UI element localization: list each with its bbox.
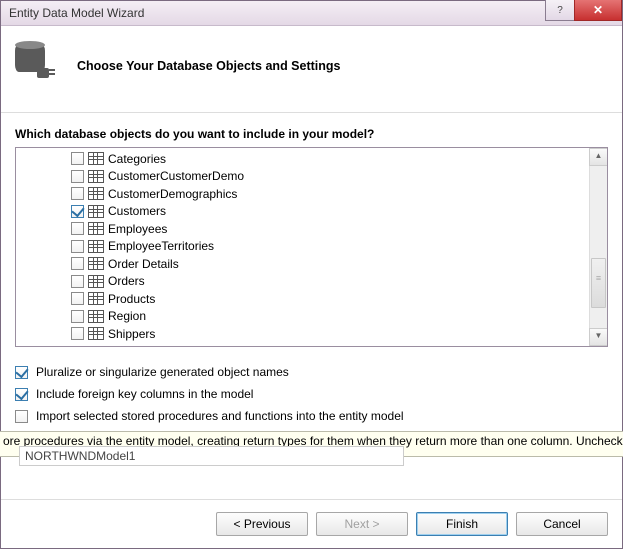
database-icon xyxy=(15,44,59,88)
table-icon xyxy=(88,240,104,253)
table-icon xyxy=(88,205,104,218)
tree-item[interactable]: Order Details xyxy=(71,255,607,273)
checkbox-icon[interactable] xyxy=(71,257,84,270)
window-controls: ? ✕ xyxy=(546,0,622,21)
tree-item-label: Customers xyxy=(108,204,166,218)
scroll-up-button[interactable]: ▲ xyxy=(589,148,608,166)
table-icon xyxy=(88,152,104,165)
tree-item[interactable]: Orders xyxy=(71,273,607,291)
tree-item-label: EmployeeTerritories xyxy=(108,239,214,253)
help-button[interactable]: ? xyxy=(545,0,575,21)
checkbox-icon[interactable] xyxy=(15,366,28,379)
tree-item-label: Products xyxy=(108,292,155,306)
table-icon xyxy=(88,187,104,200)
tree-list: Categories CustomerCustomerDemo CustomerDe… xyxy=(16,148,607,345)
objects-tree[interactable]: Categories CustomerCustomerDemo CustomerDe… xyxy=(15,147,608,347)
next-button[interactable]: Next > xyxy=(316,512,408,536)
tree-item-label: Orders xyxy=(108,274,145,288)
tree-item[interactable]: Customers xyxy=(71,203,607,221)
title-bar: Entity Data Model Wizard ? ✕ xyxy=(1,1,622,26)
checkbox-icon[interactable] xyxy=(15,410,28,423)
checkbox-icon[interactable] xyxy=(71,275,84,288)
page-title: Choose Your Database Objects and Setting… xyxy=(77,59,341,73)
table-icon xyxy=(88,222,104,235)
checkbox-icon[interactable] xyxy=(71,152,84,165)
tree-item-label: Employees xyxy=(108,222,167,236)
scroll-thumb[interactable] xyxy=(591,258,606,308)
checkbox-icon[interactable] xyxy=(71,205,84,218)
tree-item[interactable]: EmployeeTerritories xyxy=(71,238,607,256)
option-label: Include foreign key columns in the model xyxy=(36,387,253,401)
prompt-label: Which database objects do you want to in… xyxy=(15,127,608,141)
tree-item-label: CustomerDemographics xyxy=(108,187,237,201)
table-icon xyxy=(88,170,104,183)
tree-item-label: Shippers xyxy=(108,327,155,341)
separator xyxy=(1,112,622,113)
tree-item-label: Region xyxy=(108,309,146,323)
tree-item[interactable]: Categories xyxy=(71,150,607,168)
wizard-header: Choose Your Database Objects and Setting… xyxy=(15,36,608,96)
option-stored-procs[interactable]: Import selected stored procedures and fu… xyxy=(15,405,608,427)
tree-item[interactable]: Employees xyxy=(71,220,607,238)
table-icon xyxy=(88,257,104,270)
tree-item-label: Categories xyxy=(108,152,166,166)
tree-item[interactable]: Shippers xyxy=(71,325,607,343)
table-icon xyxy=(88,292,104,305)
checkbox-icon[interactable] xyxy=(71,222,84,235)
table-icon xyxy=(88,310,104,323)
button-row: < Previous Next > Finish Cancel xyxy=(1,499,622,548)
option-label: Import selected stored procedures and fu… xyxy=(36,409,404,423)
option-pluralize[interactable]: Pluralize or singularize generated objec… xyxy=(15,361,608,383)
tree-item-label: Order Details xyxy=(108,257,179,271)
wizard-window: Entity Data Model Wizard ? ✕ Choose Your… xyxy=(0,0,623,549)
checkbox-icon[interactable] xyxy=(71,292,84,305)
checkbox-icon[interactable] xyxy=(71,170,84,183)
tree-item[interactable]: Region xyxy=(71,308,607,326)
table-icon xyxy=(88,327,104,340)
tree-item[interactable]: Products xyxy=(71,290,607,308)
tree-item[interactable]: CustomerDemographics xyxy=(71,185,607,203)
option-foreign-keys[interactable]: Include foreign key columns in the model xyxy=(15,383,608,405)
checkbox-icon[interactable] xyxy=(15,388,28,401)
checkbox-icon[interactable] xyxy=(71,310,84,323)
checkbox-icon[interactable] xyxy=(71,240,84,253)
window-title: Entity Data Model Wizard xyxy=(9,6,144,20)
namespace-input[interactable] xyxy=(19,446,404,466)
tree-item-label: CustomerCustomerDemo xyxy=(108,169,244,183)
close-button[interactable]: ✕ xyxy=(574,0,622,21)
option-label: Pluralize or singularize generated objec… xyxy=(36,365,289,379)
checkbox-icon[interactable] xyxy=(71,327,84,340)
previous-button[interactable]: < Previous xyxy=(216,512,308,536)
options-group: Pluralize or singularize generated objec… xyxy=(15,361,608,427)
wizard-body: Choose Your Database Objects and Setting… xyxy=(1,26,622,449)
table-icon xyxy=(88,275,104,288)
checkbox-icon[interactable] xyxy=(71,187,84,200)
scrollbar[interactable]: ▲ ▼ xyxy=(589,148,607,346)
tree-item[interactable]: CustomerCustomerDemo xyxy=(71,168,607,186)
cancel-button[interactable]: Cancel xyxy=(516,512,608,536)
scroll-down-button[interactable]: ▼ xyxy=(589,328,608,346)
finish-button[interactable]: Finish xyxy=(416,512,508,536)
